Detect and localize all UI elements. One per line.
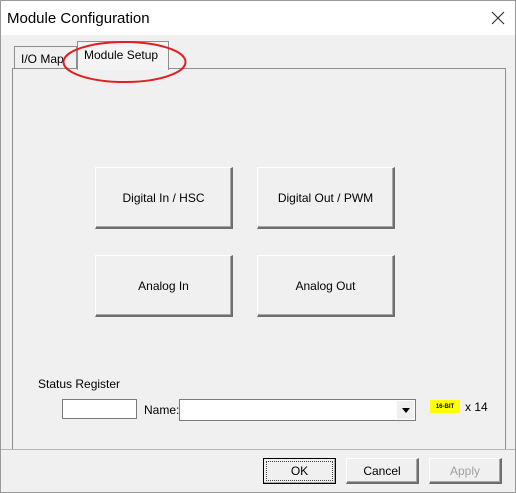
analog-out-button[interactable]: Analog Out [257,255,395,317]
tab-io-map-label: I/O Map [21,52,64,66]
close-icon[interactable] [485,5,511,31]
module-configuration-window: Module Configuration I/O Map Module Setu… [0,0,516,493]
name-label: Name: [144,403,180,417]
window-title: Module Configuration [7,10,150,27]
tab-module-setup-label: Module Setup [84,48,159,62]
multiplier-label: x 14 [465,400,488,414]
title-bar: Module Configuration [1,1,515,35]
digital-in-hsc-button[interactable]: Digital In / HSC [95,167,233,229]
digital-out-pwm-button[interactable]: Digital Out / PWM [257,167,395,229]
status-register-label: Status Register [38,377,121,391]
tab-module-setup[interactable]: Module Setup [77,41,169,70]
ok-button[interactable]: OK [263,458,336,484]
status-register-field[interactable] [62,399,137,419]
tab-strip: I/O Map Module Setup [12,41,506,70]
tab-io-map[interactable]: I/O Map [14,46,77,68]
analog-in-button[interactable]: Analog In [95,255,233,317]
apply-button[interactable]: Apply [429,458,502,484]
name-dropdown[interactable] [179,399,416,421]
16-bit-badge: 16-BIT [430,400,460,413]
dropdown-arrow-icon[interactable] [397,401,414,419]
button-separator [1,449,515,450]
cancel-button[interactable]: Cancel [346,458,419,484]
